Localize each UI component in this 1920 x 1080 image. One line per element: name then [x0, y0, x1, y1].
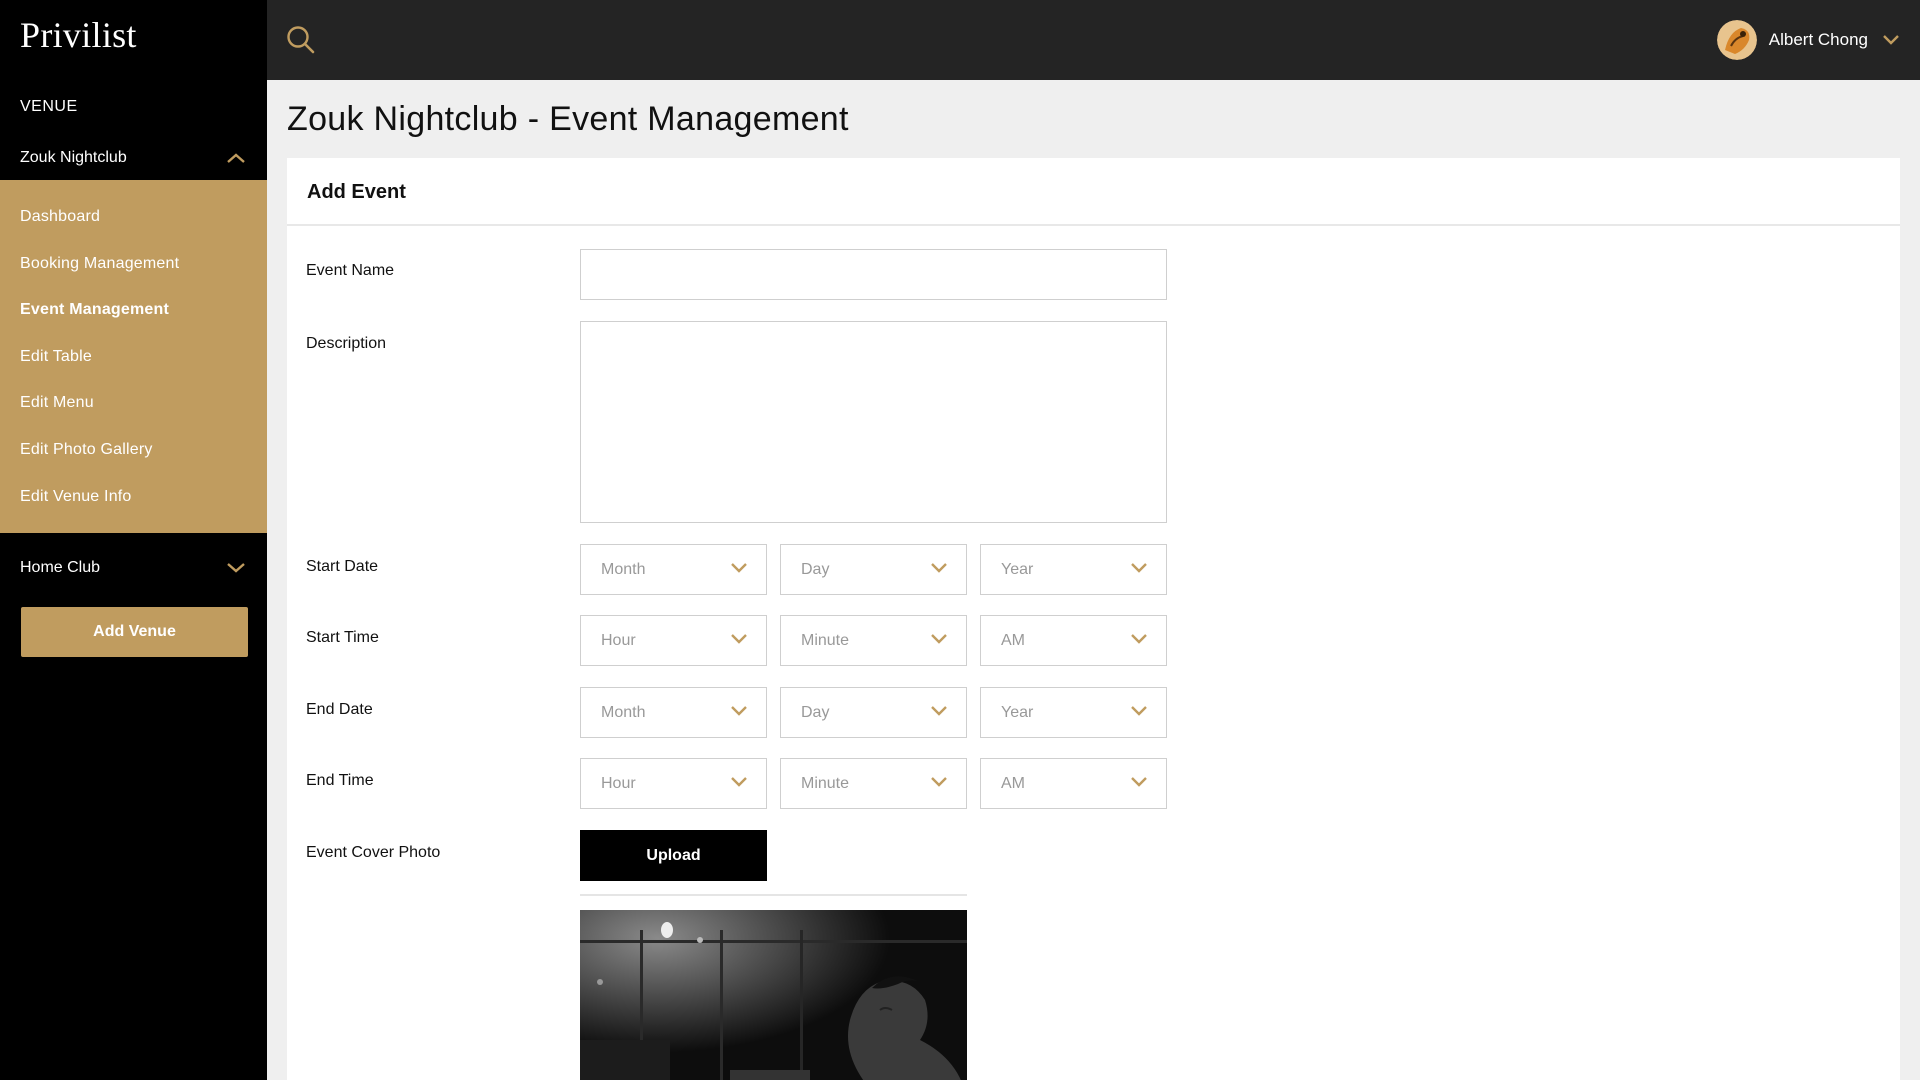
select-value: AM [1001, 631, 1025, 649]
chevron-down-icon [1130, 561, 1148, 579]
event-name-input[interactable] [580, 249, 1167, 300]
select-value: Minute [801, 774, 850, 792]
start-date-label: Start Date [306, 558, 379, 575]
start-time-label: Start Time [306, 629, 379, 646]
venue-selector-home-club[interactable]: Home Club [0, 548, 267, 588]
chevron-down-icon [930, 775, 948, 793]
select-value: Minute [801, 631, 850, 649]
end-date-month-select[interactable]: Month [580, 687, 767, 738]
chevron-down-icon [730, 561, 748, 579]
end-time-minute-select[interactable]: Minute [780, 758, 967, 809]
upload-button[interactable]: Upload [580, 830, 767, 881]
app-logo[interactable]: Privilist [20, 14, 137, 56]
sidebar-item-edit-photo-gallery[interactable]: Edit Photo Gallery [0, 427, 267, 474]
sidebar: Privilist VENUE Zouk Nightclub Dashboard… [0, 0, 267, 1080]
sidebar-item-event-management[interactable]: Event Management [0, 287, 267, 334]
venue-name: Home Club [20, 559, 101, 576]
select-value: AM [1001, 774, 1025, 792]
chevron-down-icon [225, 561, 247, 575]
chevron-down-icon [1130, 704, 1148, 722]
description-textarea[interactable] [580, 321, 1167, 523]
select-value: Day [801, 703, 830, 721]
sidebar-item-edit-table[interactable]: Edit Table [0, 334, 267, 381]
chevron-down-icon [930, 704, 948, 722]
end-date-day-select[interactable]: Day [780, 687, 967, 738]
venue-name: Zouk Nightclub [20, 149, 127, 166]
start-date-year-select[interactable]: Year [980, 544, 1167, 595]
start-time-hour-select[interactable]: Hour [580, 615, 767, 666]
select-value: Hour [601, 774, 636, 792]
page-title: Zouk Nightclub - Event Management [287, 100, 849, 138]
user-name: Albert Chong [1768, 30, 1868, 49]
chevron-down-icon [930, 632, 948, 650]
chevron-down-icon [1130, 632, 1148, 650]
venue-selector-zouk[interactable]: Zouk Nightclub [0, 138, 267, 178]
sidebar-item-booking-management[interactable]: Booking Management [0, 241, 267, 288]
end-time-label: End Time [306, 772, 374, 789]
chevron-down-icon [1130, 775, 1148, 793]
chevron-down-icon [730, 704, 748, 722]
chevron-up-icon [225, 151, 247, 165]
select-value: Day [801, 560, 830, 578]
card-title: Add Event [287, 158, 1900, 226]
description-label: Description [306, 335, 387, 352]
add-event-card: Add Event Event Name Description Start D… [287, 158, 1900, 1080]
start-time-minute-select[interactable]: Minute [780, 615, 967, 666]
start-time-ampm-select[interactable]: AM [980, 615, 1167, 666]
search-icon[interactable] [285, 24, 317, 56]
event-name-label: Event Name [306, 262, 395, 279]
end-time-ampm-select[interactable]: AM [980, 758, 1167, 809]
start-date-month-select[interactable]: Month [580, 544, 767, 595]
chevron-down-icon [730, 632, 748, 650]
select-value: Month [601, 703, 646, 721]
chevron-down-icon [930, 561, 948, 579]
start-date-day-select[interactable]: Day [780, 544, 967, 595]
end-time-hour-select[interactable]: Hour [580, 758, 767, 809]
select-value: Hour [601, 631, 636, 649]
user-menu[interactable]: Albert Chong [1716, 18, 1902, 62]
add-venue-button[interactable]: Add Venue [21, 607, 248, 657]
chevron-down-icon [1880, 33, 1902, 47]
cover-photo-label: Event Cover Photo [306, 844, 441, 861]
end-date-year-select[interactable]: Year [980, 687, 1167, 738]
cover-photo-preview [580, 910, 967, 1080]
avatar [1716, 20, 1757, 60]
end-date-label: End Date [306, 701, 373, 718]
top-bar: Albert Chong [267, 0, 1920, 80]
select-value: Year [1001, 703, 1034, 721]
sidebar-item-dashboard[interactable]: Dashboard [0, 194, 267, 241]
venue-submenu: Dashboard Booking Management Event Manag… [0, 180, 267, 533]
sidebar-item-edit-menu[interactable]: Edit Menu [0, 380, 267, 427]
divider [580, 894, 967, 896]
venue-heading: VENUE [20, 98, 78, 115]
select-value: Month [601, 560, 646, 578]
chevron-down-icon [730, 775, 748, 793]
select-value: Year [1001, 560, 1034, 578]
sidebar-item-edit-venue-info[interactable]: Edit Venue Info [0, 474, 267, 521]
